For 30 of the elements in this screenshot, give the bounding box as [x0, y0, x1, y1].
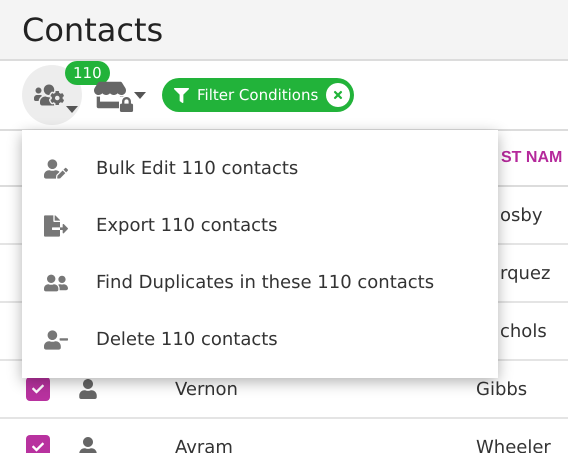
person-icon [78, 379, 98, 399]
file-export-icon [44, 214, 68, 238]
close-icon[interactable] [326, 83, 350, 107]
user-edit-icon [44, 156, 68, 180]
filter-icon [174, 88, 189, 102]
table-cell-text: rquez [500, 262, 550, 286]
count-badge: 110 [65, 61, 110, 85]
table-cell-text: Vernon [175, 378, 239, 402]
user-minus-icon [44, 328, 68, 352]
row-checkbox[interactable] [26, 435, 50, 453]
menu-item[interactable]: Export 110 contacts [22, 197, 498, 254]
store-lock-button[interactable] [94, 79, 146, 111]
check-icon [32, 441, 44, 453]
check-icon [32, 383, 44, 395]
store-lock-icon [94, 79, 132, 111]
menu-item[interactable]: Find Duplicates in these 110 contacts [22, 254, 498, 311]
column-header[interactable]: ST NAM [501, 146, 562, 170]
table-cell-text: chols [500, 320, 547, 344]
caret-icon [66, 106, 78, 113]
page-title: Contacts [22, 10, 164, 50]
row-checkbox[interactable] [26, 377, 50, 401]
menu-item[interactable]: Bulk Edit 110 contacts [22, 140, 498, 197]
person-icon [78, 437, 98, 453]
table-cell-text: Avram [175, 436, 234, 453]
table-cell-text: Gibbs [476, 378, 528, 402]
filter-label: Filter Conditions [197, 84, 318, 106]
table-cell-text: osby [500, 204, 542, 228]
table-cell-text: Wheeler [476, 436, 551, 453]
caret-icon [134, 92, 146, 99]
menu-item[interactable]: Delete 110 contacts [22, 311, 498, 368]
